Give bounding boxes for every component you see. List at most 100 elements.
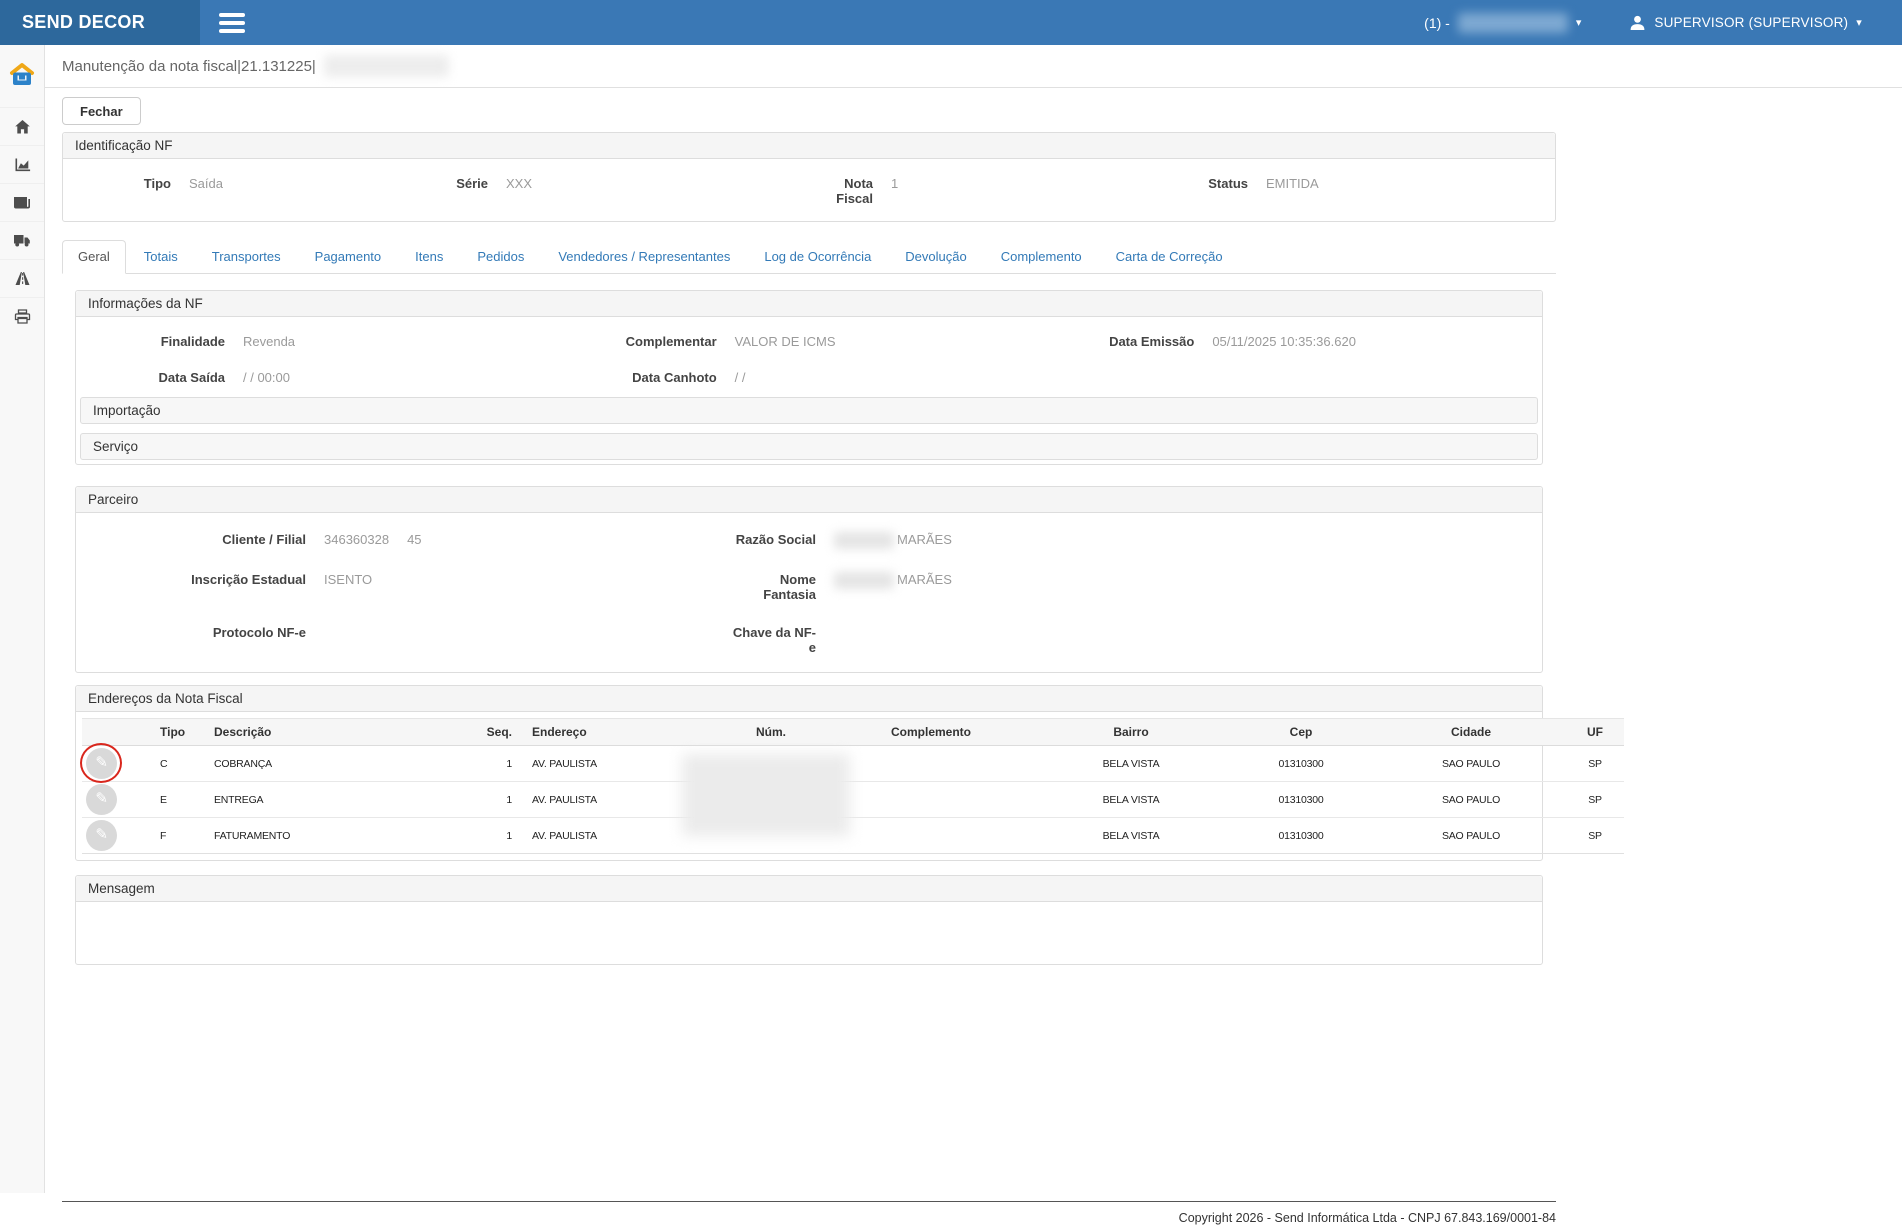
cell-tipo: E bbox=[130, 782, 210, 818]
field-tipo: Tipo Saída bbox=[63, 176, 436, 206]
field-tipo-value: Saída bbox=[189, 176, 223, 191]
breadcrumb-redacted bbox=[324, 55, 449, 77]
sidebar-item-reports[interactable] bbox=[0, 145, 44, 183]
field-nota-fiscal: Nota Fiscal 1 bbox=[809, 176, 1182, 206]
cell-cep: 01310300 bbox=[1226, 782, 1376, 818]
field-chave-nfe-label: Chave da NF-e bbox=[728, 625, 816, 655]
tab-geral[interactable]: Geral bbox=[62, 240, 126, 274]
hamburger-menu-icon[interactable] bbox=[212, 7, 252, 39]
field-nome-fantasia-label: Nome Fantasia bbox=[728, 572, 816, 602]
panel-informacoes-nf: Informações da NF Finalidade Revenda Com… bbox=[75, 290, 1543, 465]
user-icon bbox=[1629, 14, 1646, 31]
field-finalidade: Finalidade Revenda bbox=[88, 334, 569, 349]
tab-devolucao[interactable]: Devolução bbox=[889, 240, 982, 274]
cell-cep: 01310300 bbox=[1226, 818, 1376, 854]
tab-totais[interactable]: Totais bbox=[128, 240, 194, 274]
company-selector[interactable]: (1) - ▾ bbox=[1424, 13, 1581, 33]
tab-pagamento[interactable]: Pagamento bbox=[299, 240, 398, 274]
field-complementar-value: VALOR DE ICMS bbox=[735, 334, 836, 349]
field-nota-fiscal-value: 1 bbox=[891, 176, 898, 191]
sidebar-item-print[interactable] bbox=[0, 297, 44, 335]
panel-identificacao-title: Identificação NF bbox=[63, 133, 1555, 159]
col-endereco: Endereço bbox=[516, 719, 716, 746]
cell-descricao: ENTREGA bbox=[210, 782, 470, 818]
sidebar-item-home[interactable] bbox=[0, 107, 44, 145]
nome-fantasia-redacted bbox=[834, 572, 894, 589]
field-finalidade-value: Revenda bbox=[243, 334, 295, 349]
panel-parceiro: Parceiro Cliente / Filial 346360328 45 R… bbox=[75, 486, 1543, 673]
field-inscricao-estadual-label: Inscrição Estadual bbox=[88, 572, 306, 587]
field-serie-label: Série bbox=[436, 176, 488, 191]
field-data-canhoto-value: / / bbox=[735, 370, 746, 385]
cell-tipo: C bbox=[130, 746, 210, 782]
field-status-label: Status bbox=[1182, 176, 1248, 191]
cell-seq: 1 bbox=[470, 818, 516, 854]
truck-icon bbox=[13, 233, 31, 248]
panel-parceiro-title: Parceiro bbox=[76, 487, 1542, 513]
field-cliente-value: 346360328 bbox=[324, 532, 389, 547]
panel-mensagem-title: Mensagem bbox=[76, 876, 1542, 902]
tab-bar: Geral Totais Transportes Pagamento Itens… bbox=[62, 240, 1556, 274]
edit-address-button[interactable]: ✎ bbox=[86, 784, 117, 815]
main-content: Fechar Identificação NF Tipo Saída Série… bbox=[62, 88, 1556, 1225]
newspaper-icon bbox=[13, 195, 31, 211]
cell-complemento bbox=[826, 818, 1036, 854]
tab-itens[interactable]: Itens bbox=[399, 240, 459, 274]
sidebar-item-routes[interactable] bbox=[0, 259, 44, 297]
page-title: Manutenção da nota fiscal|21.131225| bbox=[62, 58, 316, 75]
chevron-down-icon: ▾ bbox=[1576, 16, 1582, 29]
app-logo-icon[interactable] bbox=[0, 45, 44, 107]
field-serie: Série XXX bbox=[436, 176, 809, 206]
field-protocolo-nfe-label: Protocolo NF-e bbox=[88, 625, 306, 640]
user-menu[interactable]: SUPERVISOR (SUPERVISOR) ▾ bbox=[1629, 14, 1862, 31]
col-complemento: Complemento bbox=[826, 719, 1036, 746]
printer-icon bbox=[14, 309, 31, 324]
cell-descricao: COBRANÇA bbox=[210, 746, 470, 782]
field-nome-fantasia-value: MARÃES bbox=[834, 572, 952, 589]
tab-vendedores-representantes[interactable]: Vendedores / Representantes bbox=[542, 240, 746, 274]
road-icon bbox=[14, 271, 31, 286]
cell-seq: 1 bbox=[470, 782, 516, 818]
breadcrumb-bar: Manutenção da nota fiscal|21.131225| bbox=[45, 45, 1902, 88]
sidebar-item-shipping[interactable] bbox=[0, 221, 44, 259]
cell-tipo: F bbox=[130, 818, 210, 854]
col-bairro: Bairro bbox=[1036, 719, 1226, 746]
field-data-emissao: Data Emissão 05/11/2025 10:35:36.620 bbox=[1049, 334, 1530, 349]
col-seq: Seq. bbox=[470, 719, 516, 746]
field-razao-social: Razão Social MARÃES bbox=[728, 532, 1530, 549]
company-prefix: (1) - bbox=[1424, 15, 1450, 31]
sidebar-item-news[interactable] bbox=[0, 183, 44, 221]
panel-mensagem: Mensagem bbox=[75, 875, 1543, 965]
close-button[interactable]: Fechar bbox=[62, 97, 141, 125]
tab-log-de-ocorrencia[interactable]: Log de Ocorrência bbox=[748, 240, 887, 274]
field-nota-fiscal-label: Nota Fiscal bbox=[809, 176, 873, 206]
table-header-row: Tipo Descrição Seq. Endereço Núm. Comple… bbox=[82, 719, 1624, 746]
tab-transportes[interactable]: Transportes bbox=[196, 240, 297, 274]
field-tipo-label: Tipo bbox=[63, 176, 171, 191]
col-cep: Cep bbox=[1226, 719, 1376, 746]
field-serie-value: XXX bbox=[506, 176, 532, 191]
top-header-bar: SEND DECOR (1) - ▾ SUPERVISOR (SUPERVISO… bbox=[0, 0, 1902, 45]
tab-complemento[interactable]: Complemento bbox=[985, 240, 1098, 274]
left-sidebar bbox=[0, 45, 45, 1193]
cell-endereco: AV. PAULISTA bbox=[516, 782, 716, 818]
cell-bairro: BELA VISTA bbox=[1036, 818, 1226, 854]
footer-copyright: Copyright 2026 - Send Informática Ltda -… bbox=[62, 1211, 1556, 1225]
cell-complemento bbox=[826, 782, 1036, 818]
field-protocolo-nfe: Protocolo NF-e bbox=[88, 625, 728, 655]
cell-cidade: SAO PAULO bbox=[1376, 782, 1566, 818]
field-inscricao-estadual: Inscrição Estadual ISENTO bbox=[88, 572, 728, 602]
table-row-cobranca: ✎ C COBRANÇA 1 AV. PAULISTA BELA VISTA 0… bbox=[82, 746, 1624, 782]
tab-pedidos[interactable]: Pedidos bbox=[461, 240, 540, 274]
field-nome-fantasia: Nome Fantasia MARÃES bbox=[728, 572, 1530, 602]
collapsed-section-servico[interactable]: Serviço bbox=[80, 433, 1538, 460]
field-filial-value: 45 bbox=[407, 532, 421, 547]
panel-enderecos: Endereços da Nota Fiscal Tipo Descrição … bbox=[75, 685, 1543, 861]
company-name-redacted bbox=[1458, 13, 1568, 33]
collapsed-section-importacao[interactable]: Importação bbox=[80, 397, 1538, 424]
field-finalidade-label: Finalidade bbox=[88, 334, 225, 349]
enderecos-table: Tipo Descrição Seq. Endereço Núm. Comple… bbox=[82, 718, 1624, 854]
edit-address-button[interactable]: ✎ bbox=[86, 820, 117, 851]
edit-address-button[interactable]: ✎ bbox=[86, 748, 117, 779]
tab-carta-de-correcao[interactable]: Carta de Correção bbox=[1100, 240, 1239, 274]
